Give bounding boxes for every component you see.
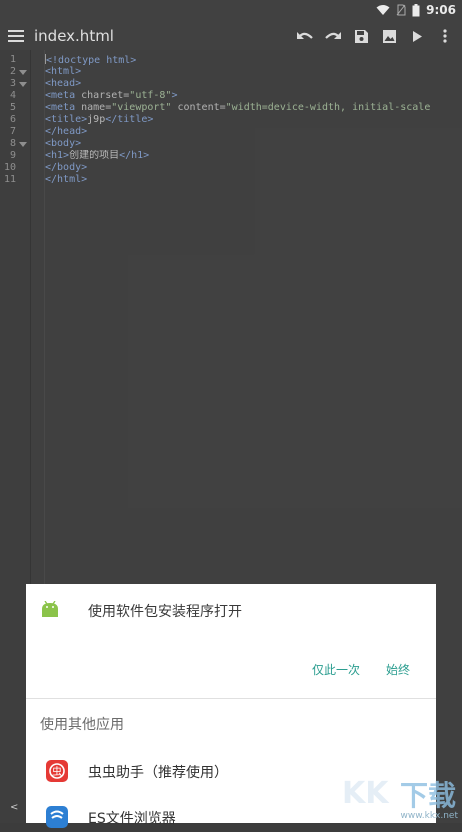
android-icon (42, 601, 58, 617)
line-number: 9 (0, 150, 30, 162)
editor-toolbar (294, 26, 456, 46)
line-number: 7 (0, 126, 30, 138)
package-installer-option[interactable]: 使用软件包安装程序打开 (26, 584, 436, 634)
code-token: <head> (45, 78, 82, 89)
svg-text:下载: 下载 (400, 779, 456, 812)
code-line: <meta charset="utf-8"> (45, 90, 462, 102)
code-line: <meta name="viewport" content="width=dev… (45, 102, 462, 114)
code-line: <title>j9p</title> (45, 114, 462, 126)
code-token: j9p (87, 114, 106, 125)
code-token: "viewport" (111, 102, 172, 113)
redo-icon (325, 32, 341, 39)
kkx-watermark-logo: KK 下载 www.kkx.net (338, 763, 462, 823)
undo-button[interactable] (294, 26, 316, 46)
undo-icon (297, 32, 313, 39)
fold-arrow-icon[interactable] (19, 81, 27, 87)
code-token: </html> (45, 174, 88, 185)
image-icon (382, 29, 396, 43)
line-number: 2 (0, 66, 30, 78)
scroll-left-indicator: < (10, 802, 19, 813)
code-token: charset= (81, 90, 130, 101)
package-installer-label: 使用软件包安装程序打开 (88, 604, 242, 620)
chongchong-app-icon: 虫 (46, 760, 68, 782)
always-button[interactable]: 始终 (373, 657, 436, 682)
line-number: 11 (0, 174, 30, 186)
app-bar: index.html (0, 22, 462, 50)
fold-arrow-icon[interactable] (19, 141, 27, 147)
save-button[interactable] (350, 26, 372, 46)
code-token: <h1> (45, 150, 70, 161)
line-number: 4 (0, 90, 30, 102)
code-token: "width=device-width, initial-scale (225, 102, 431, 113)
code-line: <h1>创建的项目</h1> (45, 150, 462, 162)
code-line: <html> (45, 66, 462, 78)
more-vert-icon (443, 29, 447, 43)
line-number-text: 1 (9, 54, 16, 65)
code-token: <title> (45, 114, 88, 125)
line-number-text: 7 (9, 126, 16, 137)
sheet-actions: 仅此一次 始终 (299, 657, 436, 682)
divider (26, 698, 436, 699)
line-number-text: 5 (9, 102, 16, 113)
line-number: 3 (0, 78, 30, 90)
code-line: </head> (45, 126, 462, 138)
svg-text:KK: KK (342, 776, 390, 811)
just-once-button[interactable]: 仅此一次 (299, 657, 373, 682)
code-token: <meta (45, 102, 82, 113)
line-number-text: 8 (9, 138, 16, 149)
line-number-text: 6 (9, 114, 16, 125)
line-number-text: 3 (9, 78, 16, 89)
other-apps-label: 使用其他应用 (40, 717, 124, 733)
code-token: </head> (45, 126, 88, 137)
svg-text:虫: 虫 (52, 766, 62, 778)
code-line: </html> (45, 174, 462, 186)
code-token: name= (81, 102, 112, 113)
line-number: 8 (0, 138, 30, 150)
run-button[interactable] (406, 26, 428, 46)
line-number-text: 9 (9, 150, 16, 161)
code-token: </body> (45, 162, 88, 173)
more-options-button[interactable] (434, 26, 456, 46)
code-token: 创建的项目 (69, 150, 120, 161)
fold-arrow-icon[interactable] (19, 69, 27, 75)
app-name: 虫虫助手（推荐使用） (88, 765, 228, 781)
code-token: content= (171, 102, 226, 113)
code-line: </body> (45, 162, 462, 174)
line-number: 10 (0, 162, 30, 174)
status-bar: 9:06 (0, 0, 462, 22)
app-name: ES文件浏览器 (88, 811, 176, 827)
es-file-explorer-icon (46, 806, 68, 828)
code-token: <html> (45, 66, 82, 77)
code-token: </h1> (119, 150, 150, 161)
code-line: <head> (45, 78, 462, 90)
no-sim-icon (396, 4, 406, 16)
code-token: </title> (105, 114, 154, 125)
code-token: <meta (45, 90, 82, 101)
code-text[interactable]: <!doctype html> <html> <head> <meta charse… (45, 54, 462, 186)
line-number-text: 10 (3, 162, 16, 173)
wifi-icon (376, 5, 390, 15)
insert-image-button[interactable] (378, 26, 400, 46)
battery-icon (412, 3, 420, 16)
code-line: <body> (45, 138, 462, 150)
menu-icon[interactable] (8, 29, 24, 43)
run-icon (413, 30, 422, 42)
code-token: <body> (45, 138, 82, 149)
watermark-url: www.kkx.net (400, 811, 459, 821)
status-time: 9:06 (426, 3, 456, 17)
line-number-text: 11 (3, 174, 16, 185)
line-number-text: 4 (9, 90, 16, 101)
code-token: > (171, 90, 178, 101)
line-number: 1 (0, 54, 30, 66)
line-number: 6 (0, 114, 30, 126)
code-line: <!doctype html> (45, 54, 462, 66)
file-title: index.html (34, 27, 114, 45)
redo-button[interactable] (322, 26, 344, 46)
save-icon (354, 29, 368, 43)
status-icons: 9:06 (376, 3, 456, 17)
code-token: <!doctype html> (46, 55, 137, 66)
line-number-text: 2 (9, 66, 16, 77)
line-number: 5 (0, 102, 30, 114)
code-token: "utf-8" (129, 90, 172, 101)
